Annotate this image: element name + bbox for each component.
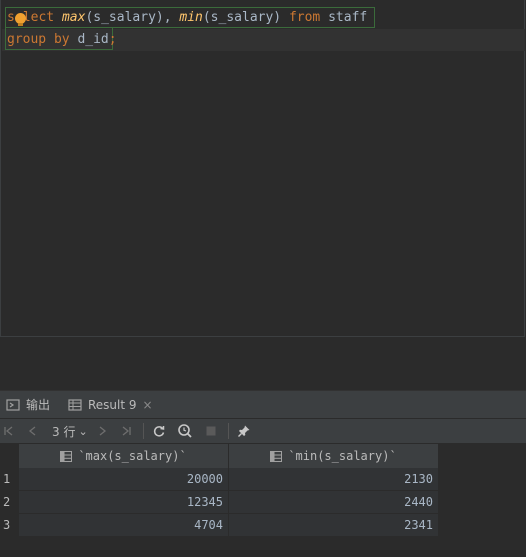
last-page-icon[interactable]	[117, 422, 135, 440]
table-cell[interactable]: 12345	[19, 491, 229, 514]
code-token-keyword: group by	[7, 32, 70, 47]
explain-icon[interactable]	[176, 422, 194, 440]
output-icon	[6, 398, 20, 411]
column-header-label: `max(s_salary)`	[78, 449, 187, 463]
tab-result[interactable]: Result 9 ×	[68, 391, 153, 418]
tab-result-label: Result 9	[88, 397, 137, 412]
code-token-semicolon: ;	[108, 32, 117, 47]
table-row[interactable]: 1 20000 2130	[0, 468, 440, 491]
prev-page-icon[interactable]	[24, 422, 42, 440]
next-page-icon[interactable]	[93, 422, 111, 440]
column-header-min[interactable]: `min(s_salary)`	[229, 444, 439, 468]
editor-splitter[interactable]	[0, 337, 526, 390]
column-header-max[interactable]: `max(s_salary)`	[19, 444, 229, 468]
table-row[interactable]: 2 12345 2440	[0, 491, 440, 514]
code-token-keyword: from	[288, 10, 321, 25]
ide-window: s lect max(s_salary), min(s_salary) from …	[0, 0, 526, 557]
table-cell[interactable]: 4704	[19, 514, 229, 537]
toolbar-divider	[228, 423, 229, 439]
first-page-icon[interactable]	[0, 422, 18, 440]
row-number: 1	[0, 468, 19, 491]
column-icon	[60, 450, 73, 462]
rows-count-label: 3 行	[52, 424, 76, 439]
column-header-label: `min(s_salary)`	[288, 449, 397, 463]
row-number: 3	[0, 514, 19, 537]
code-token-column: d_id	[69, 32, 109, 47]
result-toolbar: 3 行 ⌄	[0, 418, 526, 444]
row-number: 2	[0, 491, 19, 514]
tool-window-tabbar: 输出 Result 9 ×	[0, 390, 526, 418]
code-token-keyword: lect	[22, 10, 55, 25]
table-cell[interactable]: 2440	[229, 491, 439, 514]
tab-output-label: 输出	[26, 398, 51, 412]
code-token-function: min	[179, 10, 203, 25]
sql-editor[interactable]: s lect max(s_salary), min(s_salary) from …	[0, 0, 525, 337]
column-icon	[270, 450, 283, 462]
table-row[interactable]: 3 4704 2341	[0, 514, 440, 537]
code-line-1[interactable]: s lect max(s_salary), min(s_salary) from …	[7, 7, 367, 29]
refresh-icon[interactable]	[150, 422, 168, 440]
table-cell[interactable]: 2341	[229, 514, 439, 537]
table-cell[interactable]: 2130	[229, 468, 439, 491]
grid-header: `max(s_salary)` `min(s_salary)`	[0, 444, 440, 468]
result-grid[interactable]: `max(s_salary)` `min(s_salary)` 1 20000 …	[0, 444, 526, 557]
table-cell[interactable]: 20000	[19, 468, 229, 491]
lightbulb-icon[interactable]	[15, 13, 26, 26]
code-token-function: max	[61, 10, 86, 25]
code-token-keyword: s	[7, 10, 15, 25]
code-token-table: staff	[320, 10, 368, 25]
rows-count-selector[interactable]: 3 行 ⌄	[52, 422, 88, 440]
code-line-2[interactable]: group by d_id;	[7, 29, 117, 51]
table-icon	[68, 398, 82, 411]
toolbar-divider	[143, 423, 144, 439]
tab-output[interactable]: 输出	[6, 391, 50, 418]
chevron-down-icon: ⌄	[78, 424, 88, 438]
row-number-header	[0, 444, 19, 468]
code-token-args: (s_salary)	[202, 10, 289, 25]
pin-icon[interactable]	[235, 422, 253, 440]
code-token-args: (s_salary),	[85, 10, 180, 25]
close-icon[interactable]: ×	[143, 398, 153, 412]
stop-icon[interactable]	[202, 422, 220, 440]
